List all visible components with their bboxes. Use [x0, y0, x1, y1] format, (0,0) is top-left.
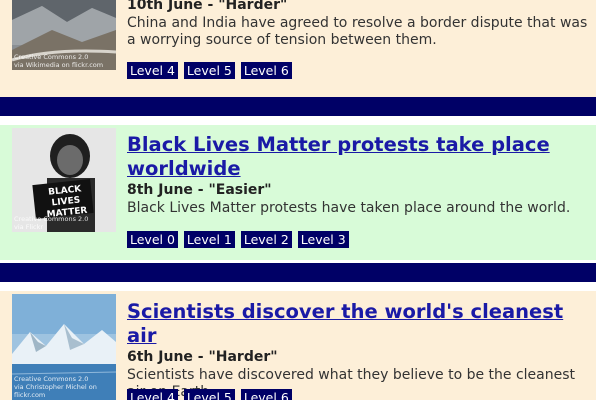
- credit-line: Creative Commons 2.0: [14, 375, 89, 383]
- scrollbar-track[interactable]: [596, 0, 600, 400]
- level-button[interactable]: Level 4: [127, 389, 178, 400]
- article-summary: Black Lives Matter protests have taken p…: [127, 200, 571, 216]
- level-button[interactable]: Level 1: [183, 231, 235, 248]
- credit-line: via Flickr: [14, 223, 44, 231]
- article-card: Creative Commons 2.0 via Christopher Mic…: [0, 291, 600, 400]
- level-buttons: Level 0 Level 1 Level 2 Level 3: [127, 231, 349, 248]
- article-title-link[interactable]: Scientists discover the world's cleanest…: [127, 300, 589, 348]
- article-thumbnail[interactable]: BLACK LIVES MATTER Creative Commons 2.0 …: [12, 128, 116, 232]
- article-content: Black Lives Matter protests take place w…: [127, 133, 589, 217]
- image-credit: Creative Commons 2.0 via Flickr: [14, 215, 88, 231]
- credit-line: via Christopher Michel on flickr.com: [14, 383, 97, 399]
- level-button[interactable]: Level 4: [127, 62, 178, 79]
- level-button[interactable]: Level 2: [240, 231, 292, 248]
- article-date: 10th June - "Harder": [127, 0, 288, 13]
- level-button[interactable]: Level 0: [127, 231, 178, 248]
- credit-line: via Wikimedia on flickr.com: [14, 61, 104, 69]
- article-card: Creative Commons 2.0 via Wikimedia on fl…: [0, 0, 600, 97]
- article-thumbnail[interactable]: Creative Commons 2.0 via Wikimedia on fl…: [12, 0, 116, 70]
- article-title-link[interactable]: Black Lives Matter protests take place w…: [127, 133, 589, 181]
- level-button[interactable]: Level 6: [240, 389, 292, 400]
- article-thumbnail[interactable]: Creative Commons 2.0 via Christopher Mic…: [12, 294, 116, 400]
- level-buttons: Level 4 Level 5 Level 6: [127, 389, 292, 400]
- article-content: 10th June - "Harder" China and India hav…: [127, 0, 589, 49]
- article-summary: China and India have agreed to resolve a…: [127, 15, 588, 48]
- credit-line: Creative Commons 2.0: [14, 215, 89, 223]
- section-divider: [0, 97, 600, 116]
- article-date: 8th June - "Easier": [127, 182, 272, 198]
- article-date: 6th June - "Harder": [127, 349, 278, 365]
- article-card: BLACK LIVES MATTER Creative Commons 2.0 …: [0, 125, 600, 260]
- level-button[interactable]: Level 5: [183, 389, 235, 400]
- article-content: Scientists discover the world's cleanest…: [127, 300, 589, 400]
- level-button[interactable]: Level 5: [183, 62, 235, 79]
- image-credit: Creative Commons 2.0 via Christopher Mic…: [14, 375, 116, 399]
- level-button[interactable]: Level 3: [297, 231, 349, 248]
- level-buttons: Level 4 Level 5 Level 6: [127, 62, 292, 79]
- level-button[interactable]: Level 6: [240, 62, 292, 79]
- credit-line: Creative Commons 2.0: [14, 53, 89, 61]
- image-credit: Creative Commons 2.0 via Wikimedia on fl…: [14, 53, 103, 69]
- section-divider: [0, 263, 600, 282]
